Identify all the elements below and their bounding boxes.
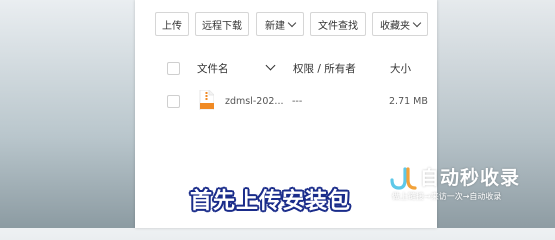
column-permissions-owner[interactable]: 权限 / 所有者 bbox=[293, 61, 356, 76]
file-name[interactable]: zdmsl-202... bbox=[225, 96, 283, 107]
video-caption: 首先上传安装包 bbox=[190, 189, 352, 214]
file-permissions: --- bbox=[292, 96, 303, 107]
row-checkbox[interactable] bbox=[167, 95, 180, 108]
watermark-title: 自动秒收录 bbox=[420, 167, 521, 189]
chevron-down-icon bbox=[412, 18, 422, 27]
upload-button-label: 上传 bbox=[162, 20, 182, 32]
upload-button[interactable]: 上传 bbox=[155, 12, 189, 36]
watermark-subtitle: 做上链接→来访一次→自动收录 bbox=[392, 192, 502, 201]
file-search-button[interactable]: 文件查找 bbox=[310, 12, 366, 36]
new-dropdown-button[interactable]: 新建 bbox=[256, 12, 304, 36]
table-header: 文件名 权限 / 所有者 大小 bbox=[135, 60, 437, 78]
column-size[interactable]: 大小 bbox=[390, 61, 411, 76]
favorites-dropdown-button[interactable]: 收藏夹 bbox=[372, 12, 428, 36]
watermark-logo: 自动秒收录 做上链接→来访一次→自动收录 bbox=[387, 163, 547, 205]
chevron-down-icon bbox=[287, 18, 297, 27]
new-label: 新建 bbox=[265, 20, 285, 32]
table-row[interactable]: zdmsl-202... --- 2.71 MB bbox=[135, 90, 437, 112]
select-all-checkbox[interactable] bbox=[167, 62, 180, 75]
remote-download-button[interactable]: 远程下载 bbox=[195, 12, 249, 36]
file-search-label: 文件查找 bbox=[318, 20, 358, 32]
remote-download-label: 远程下载 bbox=[202, 20, 242, 32]
archive-file-icon bbox=[199, 90, 214, 110]
column-file-name[interactable]: 文件名 bbox=[197, 61, 229, 76]
file-size: 2.71 MB bbox=[389, 96, 428, 107]
sort-chevron-icon[interactable] bbox=[265, 60, 276, 71]
logo-mark-icon bbox=[390, 167, 417, 190]
favorites-label: 收藏夹 bbox=[380, 20, 410, 32]
background-left bbox=[0, 0, 135, 228]
